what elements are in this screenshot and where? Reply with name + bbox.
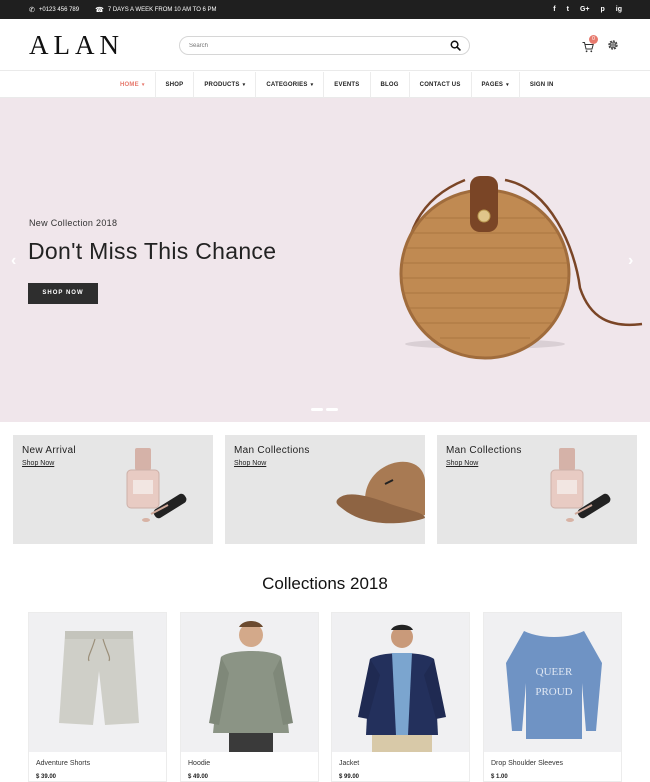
opening-hours: 7 DAYS A WEEK FROM 10 AM TO 6 PM [107,6,217,13]
banner-man-collections[interactable]: Man Collections Shop Now [225,435,425,544]
nav-item-contact-us[interactable]: CONTACT US [410,72,472,98]
banner-title: Man Collections [446,445,522,456]
caret-down-icon: ▾ [506,82,509,88]
slider-dot[interactable] [326,408,338,411]
hero-subtitle: New Collection 2018 [29,218,118,228]
nav-label: PAGES [481,82,504,88]
product-name[interactable]: Adventure Shorts [36,760,90,767]
gear-icon[interactable] [607,39,619,51]
slider-dots [311,408,338,411]
svg-text:QUEER: QUEER [536,666,573,678]
product-name[interactable]: Jacket [339,760,359,767]
phone-icon: ✆ [29,6,35,14]
nail-polish-image [550,448,611,522]
nav-label: EVENTS [334,82,360,88]
nail-polish-image [126,448,187,522]
nav-item-blog[interactable]: BLOG [371,72,410,98]
nav-label: CONTACT US [419,82,461,88]
search-input[interactable] [189,39,439,53]
product-name[interactable]: Hoodie [188,760,210,767]
product-image[interactable] [332,613,469,752]
banner-title: Man Collections [234,445,310,456]
shorts-image [59,631,139,725]
caret-down-icon: ▾ [141,82,145,88]
shop-now-button[interactable]: SHOP NOW [28,283,98,304]
nav-item-home[interactable]: HOME ▾ [110,72,156,98]
main-nav: HOME ▾ SHOP PRODUCTS ▾ CATEGORIES ▾ EVENTS … [0,72,650,98]
social-links: f t G+ p ig [553,0,622,19]
banner-shop-now-link[interactable]: Shop Now [22,460,54,467]
product-price: $ 1.00 [491,774,508,780]
nav-item-sign-in[interactable]: SIGN IN [520,72,564,98]
product-price: $ 99.00 [339,774,360,780]
product-price: $ 39.00 [36,774,57,780]
nav-item-products[interactable]: PRODUCTS ▾ [194,72,257,98]
nav-label: PRODUCTS [204,82,240,88]
product-price: $ 49.00 [188,774,209,780]
search-bar [179,36,470,55]
banner-shop-now-link[interactable]: Shop Now [446,460,478,467]
collections-title: Collections 2018 [262,574,388,593]
caret-down-icon: ▾ [310,82,314,88]
banner-title: New Arrival [22,445,76,456]
slider-dot[interactable] [311,408,323,411]
cart-button[interactable]: 0 [582,35,598,53]
svg-text:PROUD: PROUD [535,686,572,698]
product-image[interactable]: QUEER PROUD [484,613,621,752]
prev-slide-arrow-icon[interactable]: ‹ [11,252,16,270]
product-card[interactable]: Adventure Shorts $ 39.00 [28,612,167,782]
cap-image [336,461,425,524]
product-card[interactable]: QUEER PROUD Drop Shoulder Sleeves $ 1.00 [483,612,622,782]
phone-icon: ☎ [95,6,104,14]
nav-item-events[interactable]: EVENTS [324,72,371,98]
search-icon[interactable] [450,40,461,51]
cart-count-badge: 0 [589,35,598,44]
top-bar: ✆ +0123 456 789 ☎ 7 DAYS A WEEK FROM 10 … [0,0,650,19]
nav-item-shop[interactable]: SHOP [156,72,195,98]
nav-label: HOME [120,82,139,88]
banner-shop-now-link[interactable]: Shop Now [234,460,266,467]
nav-label: CATEGORIES [266,82,308,88]
facebook-icon[interactable]: f [553,6,555,13]
header: ALAN 0 [0,19,650,71]
banner-new-arrival[interactable]: New Arrival Shop Now [13,435,213,544]
product-image[interactable] [29,613,166,752]
sweater-image: QUEER PROUD [506,631,602,739]
pinterest-icon[interactable]: p [600,6,604,13]
nav-item-categories[interactable]: CATEGORIES ▾ [256,72,325,98]
phone-number: +0123 456 789 [38,6,80,13]
logo[interactable]: ALAN [29,30,124,61]
caret-down-icon: ▾ [242,82,246,88]
hero-title: Don't Miss This Chance [28,238,277,264]
hero-bag-image [399,176,643,360]
product-card[interactable]: Hoodie $ 49.00 [180,612,319,782]
product-image[interactable] [181,613,318,752]
nav-item-pages[interactable]: PAGES ▾ [472,72,520,98]
banner-man-collections[interactable]: Man Collections Shop Now [437,435,637,544]
nav-label: SHOP [165,82,184,88]
google-plus-icon[interactable]: G+ [580,6,590,13]
instagram-icon[interactable]: ig [616,6,622,13]
twitter-icon[interactable]: t [567,6,569,13]
product-name[interactable]: Drop Shoulder Sleeves [491,760,563,767]
nav-label: SIGN IN [529,82,554,88]
contact-info: ✆ +0123 456 789 ☎ 7 DAYS A WEEK FROM 10 … [29,0,217,19]
product-card[interactable]: Jacket $ 99.00 [331,612,470,782]
nav-label: BLOG [380,82,399,88]
hoodie-image [209,621,293,752]
hero-slider: New Collection 2018 Don't Miss This Chan… [0,98,650,422]
jacket-image [358,624,446,752]
